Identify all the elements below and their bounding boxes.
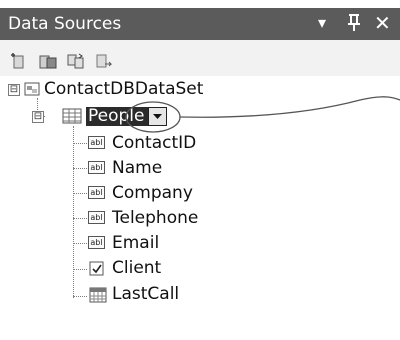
callout-annotation	[125, 96, 400, 133]
data-sources-panel: Data Sources ▾ ✕ ⊟ ContactDBDataSet ⊟ Pe…	[0, 0, 400, 340]
